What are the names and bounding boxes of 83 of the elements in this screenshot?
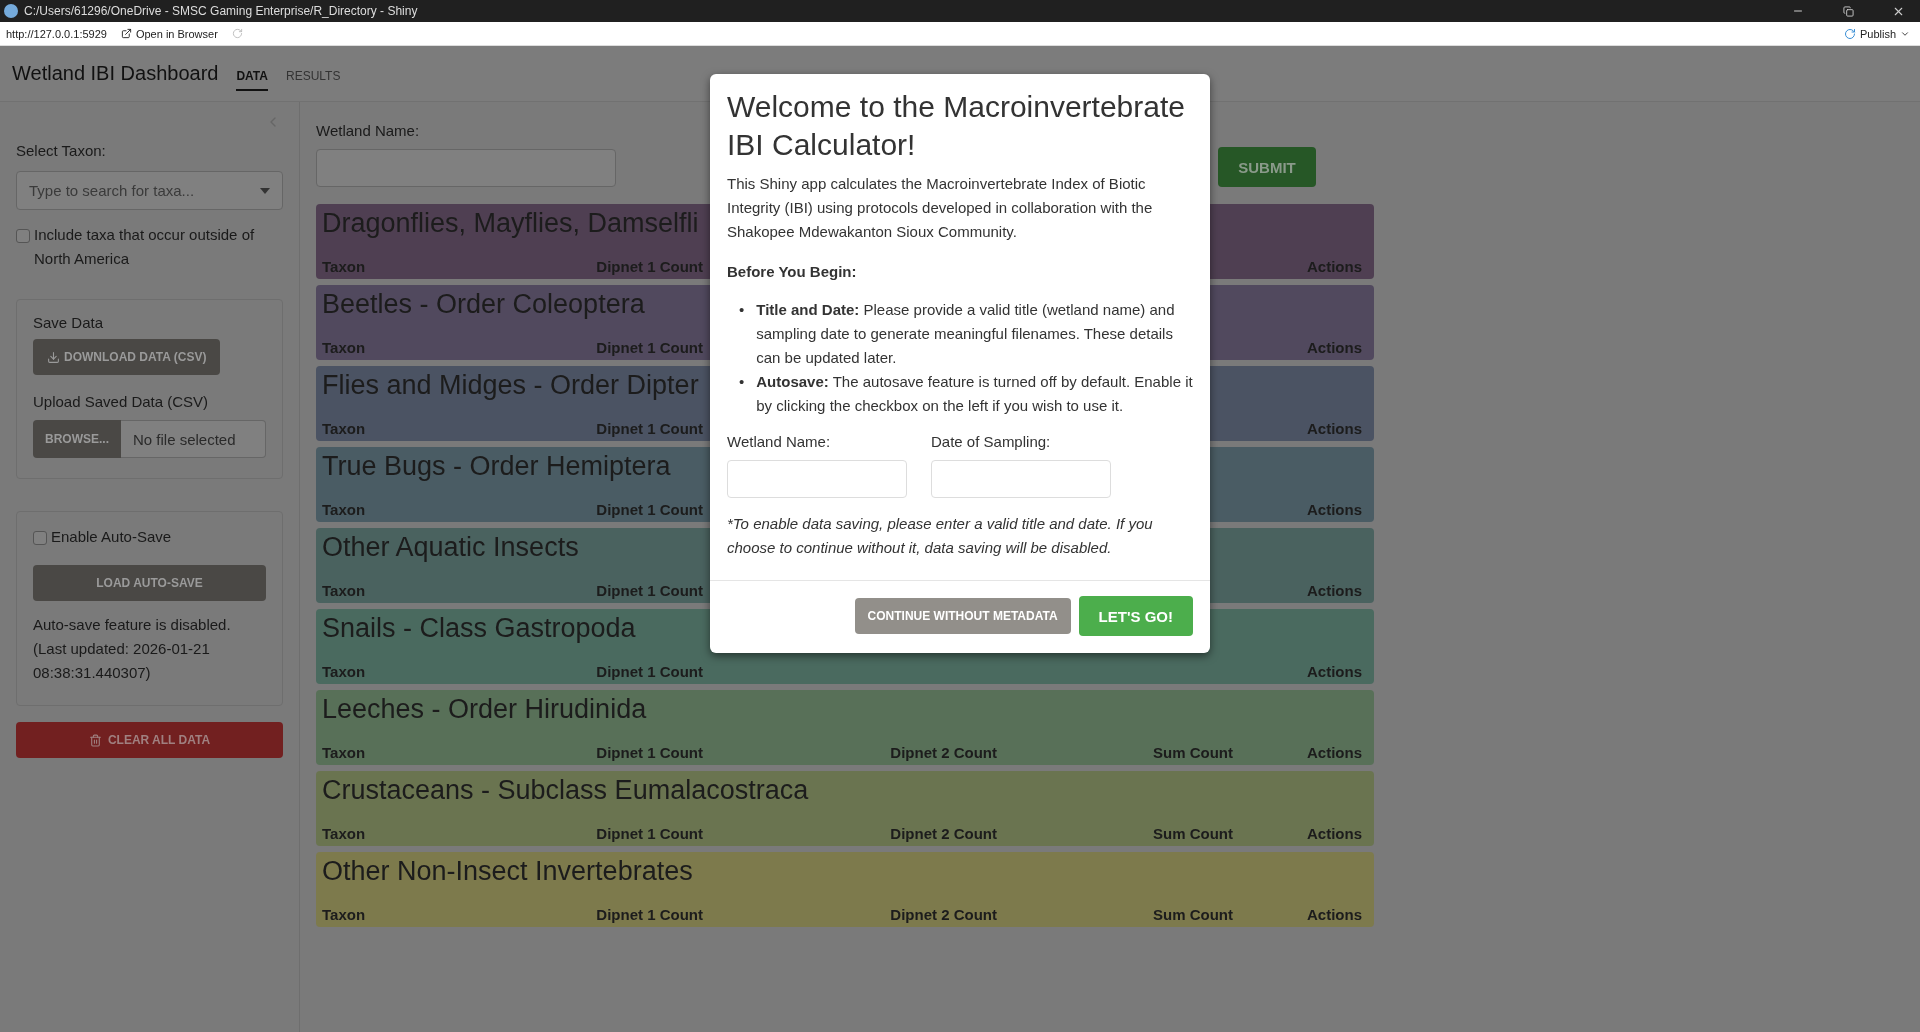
- continue-button[interactable]: CONTINUE WITHOUT METADATA: [854, 598, 1071, 634]
- field-label: Wetland Name:: [727, 432, 832, 452]
- open-in-browser-button[interactable]: Open in Browser: [116, 27, 222, 40]
- lets-go-button[interactable]: LET'S GO!: [1078, 596, 1193, 636]
- note-text: *To enable data saving, please enter a valid title and date. If you choose to continue without it, data saving will be disabled.: [727, 514, 1154, 558]
- download-button[interactable]: DOWNLOAD DATA (CSV): [33, 339, 221, 375]
- bullet-marker: •: [739, 372, 745, 392]
- last-updated-text: (Last updated: 2026-01-21 08:38:31.440307): [33, 639, 211, 683]
- field-label: Select Taxon:: [16, 142, 107, 159]
- window-title: C:/Users/61296/OneDrive - SMSC Gaming Enterprise/R_Directory - Shiny: [24, 4, 418, 18]
- column-header: Dipnet 1 Count: [596, 744, 703, 761]
- column-header: Taxon: [322, 825, 366, 842]
- refresh-icon[interactable]: [231, 28, 243, 39]
- app-title: Wetland IBI Dashboard: [12, 62, 219, 85]
- column-header: Sum Count: [1153, 744, 1233, 761]
- field-label: Date of Sampling:: [931, 432, 1052, 452]
- checkbox-label: Include taxa that occur outside of North America: [34, 225, 256, 269]
- group-title: Flies and Midges - Order Dipter: [322, 370, 699, 401]
- submit-button[interactable]: SUBMIT: [1218, 147, 1316, 187]
- caret-icon: [260, 187, 270, 194]
- checkbox[interactable]: [16, 229, 30, 243]
- column-header: Dipnet 1 Count: [596, 825, 703, 842]
- column-header: Actions: [1307, 744, 1362, 761]
- browse-button[interactable]: BROWSE...: [33, 420, 121, 458]
- column-header: Sum Count: [1153, 825, 1233, 842]
- bullet-item: Autosave: The autosave feature is turned off by default. Enable it by clicking the checkbox on the left if you wish to use it.: [756, 372, 1193, 416]
- column-header: Dipnet 2 Count: [890, 906, 997, 923]
- nav-tab[interactable]: RESULTS: [285, 60, 341, 91]
- column-header: Actions: [1307, 501, 1362, 518]
- file-name-field[interactable]: No file selected: [121, 420, 266, 458]
- column-header: Taxon: [322, 420, 366, 437]
- section-label: Save Data: [33, 314, 104, 331]
- app-logo-icon: [4, 4, 18, 18]
- column-header: Dipnet 1 Count: [596, 582, 703, 599]
- group-title: Beetles - Order Coleoptera: [322, 289, 645, 320]
- column-header: Dipnet 1 Count: [596, 339, 703, 356]
- group-title: True Bugs - Order Hemiptera: [322, 451, 671, 482]
- group-title: Crustaceans - Subclass Eumalacostraca: [322, 775, 809, 806]
- intro-text: This Shiny app calculates the Macroinvertebrate Index of Biotic Integrity (IBI) using protocols developed in collaboration with the Shakopee Mdewakanton Sioux Community.: [727, 174, 1154, 242]
- url-text: http://127.0.0.1:5929: [6, 27, 107, 40]
- bullet-marker: •: [739, 300, 745, 320]
- column-header: Actions: [1307, 420, 1362, 437]
- group-title: Other Aquatic Insects: [322, 532, 579, 563]
- trash-icon: [88, 733, 102, 747]
- column-header: Actions: [1307, 906, 1362, 923]
- status-text: Auto-save feature is disabled.: [33, 615, 231, 635]
- field-label: Wetland Name:: [316, 122, 421, 139]
- column-header: Taxon: [322, 744, 366, 761]
- field-label: Upload Saved Data (CSV): [33, 393, 209, 410]
- group-title: Leeches - Order Hirudinida: [322, 694, 647, 725]
- column-header: Dipnet 1 Count: [596, 501, 703, 518]
- publish-button[interactable]: Publish: [1839, 27, 1914, 40]
- column-header: Dipnet 2 Count: [890, 744, 997, 761]
- column-header: Taxon: [322, 663, 366, 680]
- download-icon: [47, 350, 60, 364]
- column-header: Dipnet 1 Count: [596, 906, 703, 923]
- wetland-name-field[interactable]: [316, 149, 616, 187]
- clear-all-data-button[interactable]: CLEAR ALL DATA: [16, 722, 283, 758]
- column-header: Actions: [1307, 582, 1362, 599]
- column-header: Taxon: [322, 582, 366, 599]
- column-header: Dipnet 2 Count: [890, 825, 997, 842]
- column-header: Taxon: [322, 339, 366, 356]
- text-field[interactable]: [931, 460, 1111, 498]
- column-header: Dipnet 1 Count: [596, 663, 703, 680]
- checkbox-label: Enable Auto-Save: [51, 527, 172, 547]
- column-header: Dipnet 1 Count: [596, 420, 703, 437]
- group-title: Snails - Class Gastropoda: [322, 613, 636, 644]
- nav-tab[interactable]: DATA: [236, 60, 268, 91]
- dialog-title: Welcome to the Macroinvertebrate IBI Calculator!: [727, 89, 1186, 163]
- column-header: Taxon: [322, 906, 366, 923]
- checkbox[interactable]: [33, 531, 47, 545]
- column-header: Sum Count: [1153, 906, 1233, 923]
- external-link-icon: [120, 28, 132, 39]
- group-title: Other Non-Insect Invertebrates: [322, 856, 693, 887]
- bullet-item: Title and Date: Please provide a valid title (wetland name) and sampling date to generate meaningful filenames. These details can be updated later.: [756, 300, 1176, 368]
- column-header: Actions: [1307, 825, 1362, 842]
- text-field[interactable]: [727, 460, 907, 498]
- taxon-select[interactable]: Type to search for taxa...: [16, 171, 283, 210]
- column-header: Taxon: [322, 501, 366, 518]
- column-header: Actions: [1307, 663, 1362, 680]
- subheading: Before You Begin:: [727, 262, 858, 282]
- load-auto-save-button[interactable]: LOAD AUTO-SAVE: [33, 565, 266, 601]
- column-header: Actions: [1307, 339, 1362, 356]
